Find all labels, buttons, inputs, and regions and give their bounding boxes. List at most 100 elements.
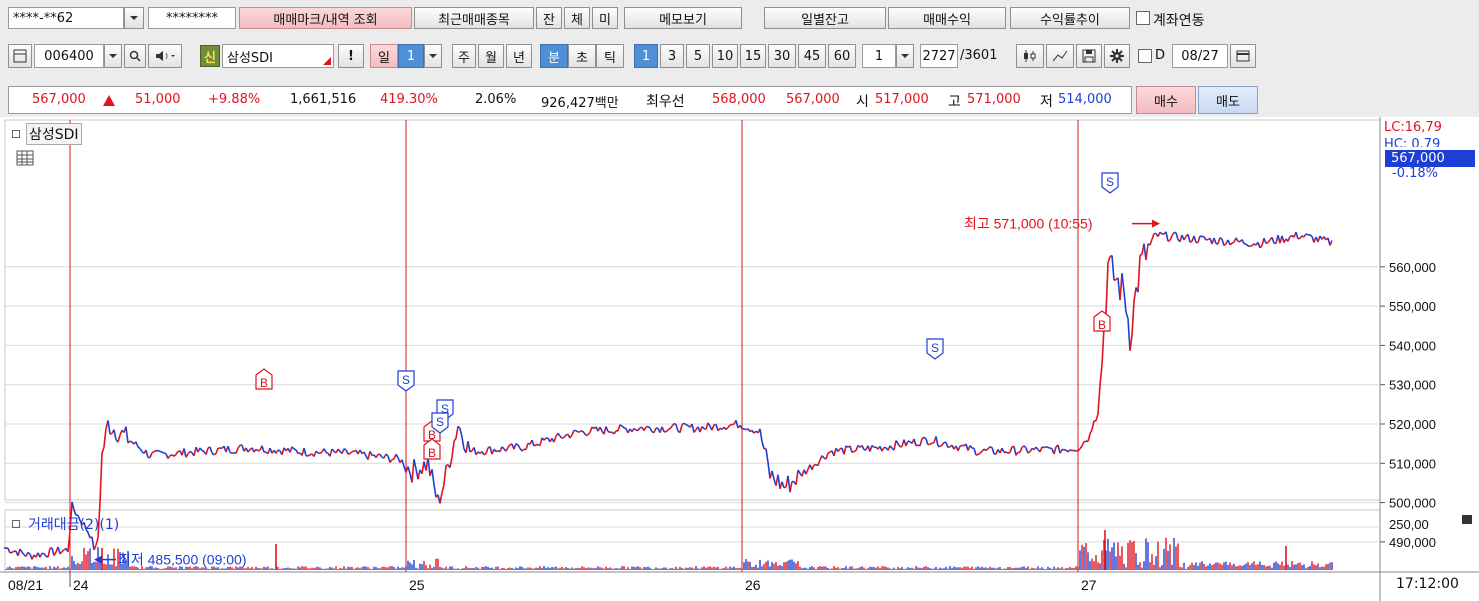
return-trend-button[interactable]: 수익률추이 bbox=[1010, 7, 1130, 29]
price-segment bbox=[571, 430, 575, 436]
buy-button[interactable]: 매수 bbox=[1136, 86, 1196, 114]
price-segment bbox=[1067, 449, 1071, 453]
period-day-dropdown[interactable] bbox=[424, 44, 442, 68]
save-icon bbox=[1082, 49, 1096, 63]
x-axis-label: 25 bbox=[409, 577, 425, 593]
interval-60-button[interactable]: 60 bbox=[828, 44, 856, 68]
tab-pending[interactable]: 미 bbox=[592, 7, 618, 29]
interval-30-button[interactable]: 30 bbox=[768, 44, 796, 68]
count-input[interactable]: 2727 bbox=[920, 44, 958, 68]
search-button[interactable] bbox=[124, 44, 146, 68]
period-day-button[interactable]: 일 bbox=[370, 44, 398, 68]
price-segment bbox=[293, 448, 297, 451]
code-dropdown-button[interactable] bbox=[104, 44, 122, 68]
sell-button[interactable]: 매도 bbox=[1198, 86, 1258, 114]
speaker-button[interactable] bbox=[148, 44, 182, 68]
chevron-down-icon bbox=[108, 53, 118, 59]
alert-button[interactable]: ! bbox=[338, 44, 364, 68]
password-field[interactable]: ******** bbox=[148, 7, 236, 29]
price-segment bbox=[1149, 239, 1153, 246]
chart-window-icon[interactable] bbox=[8, 44, 32, 68]
interval-1-button[interactable]: 1 bbox=[634, 44, 658, 68]
best-quote-label: 최우선 bbox=[646, 94, 685, 110]
price-segment bbox=[1111, 255, 1115, 281]
price-segment bbox=[577, 430, 581, 433]
price-segment bbox=[725, 426, 729, 431]
grid-table-icon[interactable] bbox=[16, 150, 34, 166]
account-field[interactable]: ****-**62 bbox=[8, 7, 124, 29]
price-segment bbox=[443, 465, 447, 485]
save-button[interactable] bbox=[1076, 44, 1102, 68]
price-segment bbox=[337, 448, 341, 452]
period-second-button[interactable]: 초 bbox=[568, 44, 596, 68]
price-segment bbox=[1171, 232, 1175, 236]
interval-10-button[interactable]: 10 bbox=[712, 44, 738, 68]
price-segment bbox=[387, 455, 391, 463]
price-segment bbox=[765, 448, 769, 463]
price-segment bbox=[585, 433, 589, 437]
price-segment bbox=[1309, 234, 1313, 238]
price-segment bbox=[777, 474, 781, 489]
settings-button[interactable] bbox=[1104, 44, 1130, 68]
period-tick-button[interactable]: 틱 bbox=[596, 44, 624, 68]
price-segment bbox=[701, 425, 705, 430]
chart-area[interactable]: 최고 571,000 (10:55) 최저 485,500 (09:00) B B B B… bbox=[0, 117, 1479, 601]
period-day-value[interactable]: 1 bbox=[398, 44, 424, 68]
interval-5-button[interactable]: 5 bbox=[686, 44, 710, 68]
volume: 1,661,516 bbox=[290, 92, 357, 107]
line-tool-button[interactable] bbox=[1046, 44, 1074, 68]
price-segment bbox=[1235, 237, 1239, 242]
hc-label: HC: 0.79 bbox=[1384, 137, 1441, 147]
stock-name-text: 삼성SDI bbox=[227, 50, 274, 66]
price-segment bbox=[583, 432, 587, 436]
price-segment bbox=[665, 429, 669, 433]
period-week-button[interactable]: 주 bbox=[452, 44, 476, 68]
price-segment bbox=[557, 432, 561, 437]
current-price-tag: 567,000 bbox=[1385, 150, 1475, 167]
price-segment bbox=[653, 427, 657, 433]
price-segment bbox=[1023, 445, 1027, 449]
price-segment bbox=[53, 551, 57, 556]
tab-executed[interactable]: 체 bbox=[564, 7, 590, 29]
period-month-button[interactable]: 월 bbox=[478, 44, 504, 68]
trade-profit-button[interactable]: 매매수익 bbox=[888, 7, 1006, 29]
price-segment bbox=[581, 430, 585, 434]
date-checkbox[interactable] bbox=[1138, 49, 1152, 63]
price-segment bbox=[137, 446, 141, 450]
date-input[interactable]: 08/27 bbox=[1172, 44, 1228, 68]
interval-15-button[interactable]: 15 bbox=[740, 44, 766, 68]
calendar-button[interactable] bbox=[1230, 44, 1256, 68]
price-segment bbox=[637, 427, 641, 431]
price-segment bbox=[881, 447, 885, 452]
price-segment bbox=[473, 447, 477, 455]
main-panel-frame bbox=[4, 119, 1381, 501]
account-dropdown-button[interactable] bbox=[124, 7, 144, 29]
interval-dropdown[interactable] bbox=[896, 44, 914, 68]
daily-balance-button[interactable]: 일별잔고 bbox=[764, 7, 886, 29]
price-segment bbox=[923, 436, 927, 440]
interval-input[interactable]: 1 bbox=[862, 44, 896, 68]
memo-button[interactable]: 메모보기 bbox=[624, 7, 742, 29]
volume-expand-icon[interactable] bbox=[1462, 515, 1472, 524]
stock-code-input[interactable]: 006400 bbox=[34, 44, 104, 68]
price-segment bbox=[407, 466, 411, 474]
x-axis-label: 27 bbox=[1081, 577, 1097, 593]
price-chart-svg[interactable]: 최고 571,000 (10:55)최저 485,500 (09:00)BBBB… bbox=[0, 117, 1479, 601]
recent-items-button[interactable]: 최근매매종목 bbox=[414, 7, 534, 29]
price-segment bbox=[343, 448, 347, 451]
price-segment bbox=[57, 546, 61, 555]
candle-type-button[interactable] bbox=[1016, 44, 1044, 68]
price-segment bbox=[255, 448, 259, 452]
interval-3-button[interactable]: 3 bbox=[660, 44, 684, 68]
price-segment bbox=[1097, 385, 1101, 415]
interval-45-button[interactable]: 45 bbox=[798, 44, 826, 68]
price-segment bbox=[837, 448, 841, 453]
period-year-button[interactable]: 년 bbox=[506, 44, 532, 68]
tab-balance[interactable]: 잔 bbox=[536, 7, 562, 29]
trade-mark-query-button[interactable]: 매매마크/내역 조회 bbox=[239, 7, 412, 29]
price-segment bbox=[743, 428, 747, 431]
account-link-checkbox[interactable] bbox=[1136, 11, 1150, 25]
stock-name-field[interactable]: 삼성SDI bbox=[222, 44, 334, 68]
price-segment bbox=[977, 452, 981, 456]
period-minute-button[interactable]: 분 bbox=[540, 44, 568, 68]
